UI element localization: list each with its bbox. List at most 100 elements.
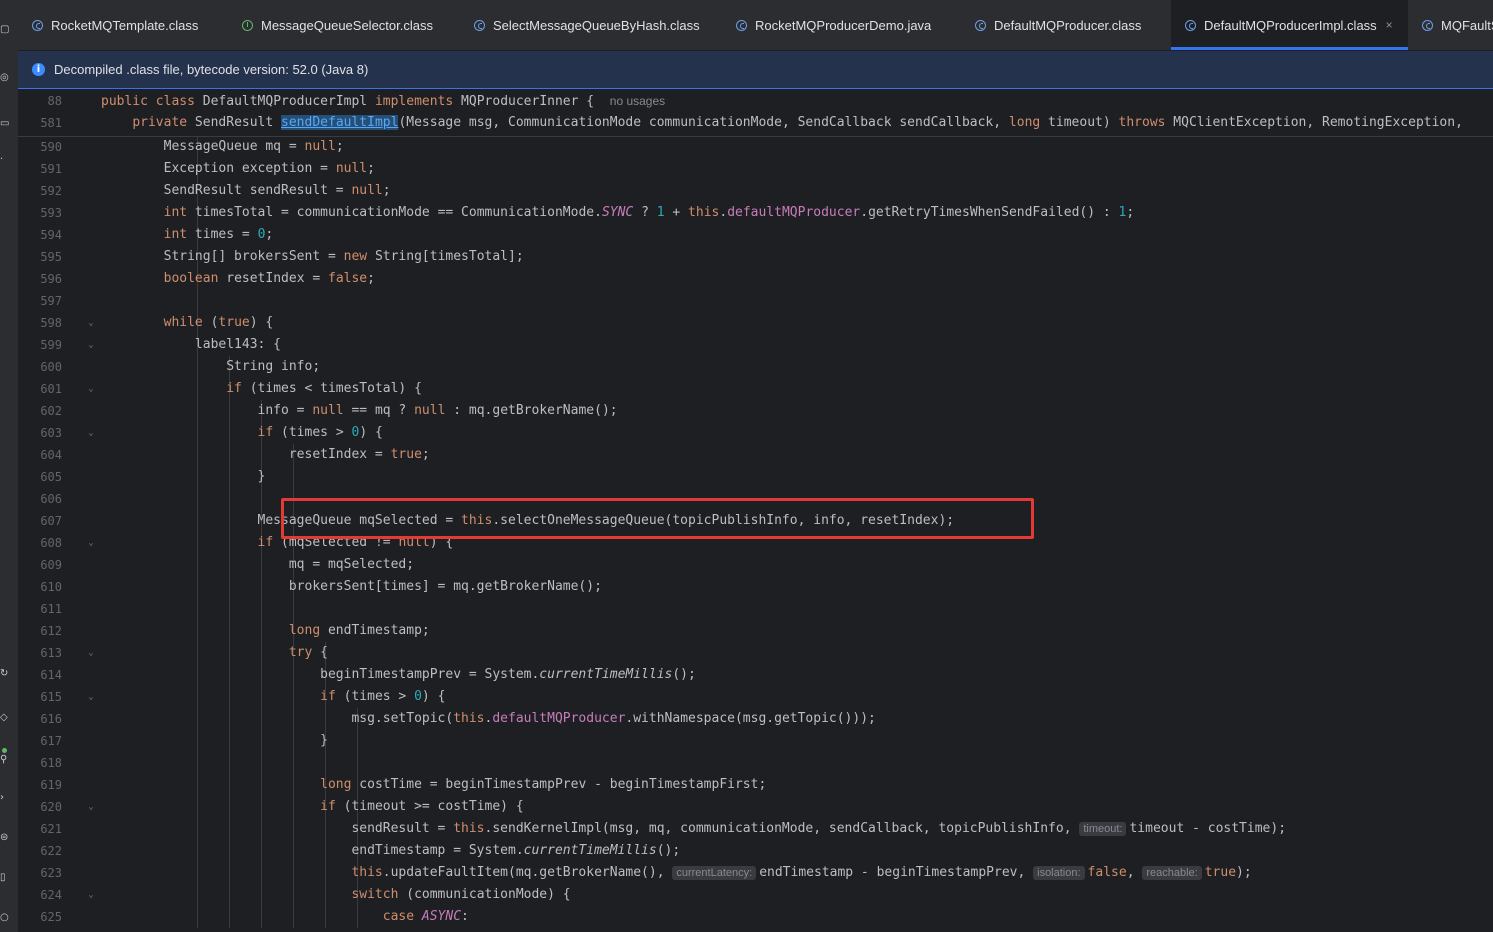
code-text: sendResult = this.sendKernelImpl(msg, mq…: [101, 821, 1287, 836]
sticky-line[interactable]: 88 public class DefaultMQProducerImpl imp…: [18, 90, 1493, 112]
code-text: String info;: [101, 359, 321, 374]
services-icon[interactable]: ↻: [0, 668, 10, 680]
git-icon[interactable]: ▯: [0, 872, 10, 884]
code-line[interactable]: 600 String info;: [18, 356, 1493, 378]
code-line[interactable]: 605 }: [18, 466, 1493, 488]
code-text: String[] brokersSent = new String[timesT…: [101, 249, 524, 264]
code-line[interactable]: 609 mq = mqSelected;: [18, 554, 1493, 576]
tab-rocketmqtemplate-class[interactable]: RocketMQTemplate.class: [18, 0, 228, 50]
code-line[interactable]: 612 long endTimestamp;: [18, 620, 1493, 642]
code-line[interactable]: 623 this.updateFaultItem(mq.getBrokerNam…: [18, 862, 1493, 884]
code-line[interactable]: 593 int timesTotal = communicationMode =…: [18, 202, 1493, 224]
fold-chevron-icon[interactable]: ⌄: [86, 422, 96, 444]
line-number: 620: [40, 800, 62, 814]
code-line[interactable]: 610 brokersSent[times] = mq.getBrokerNam…: [18, 576, 1493, 598]
code-line[interactable]: 625 case ASYNC:: [18, 906, 1493, 928]
class-icon: [474, 19, 485, 31]
code-line[interactable]: 614 beginTimestampPrev = System.currentT…: [18, 664, 1493, 686]
code-line[interactable]: 602 info = null == mq ? null : mq.getBro…: [18, 400, 1493, 422]
tab-selectmessagequeuebyhash-class[interactable]: SelectMessageQueueByHash.class: [460, 0, 722, 50]
code-line[interactable]: 598 ⌄ while (true) {: [18, 312, 1493, 334]
tab-mqfaults[interactable]: MQFaultS: [1408, 0, 1493, 50]
code-text: }: [101, 469, 266, 484]
line-number: 607: [40, 514, 62, 528]
class-icon: [736, 19, 747, 31]
code-line[interactable]: 597: [18, 290, 1493, 312]
terminal-icon[interactable]: ›: [0, 792, 10, 804]
fold-chevron-icon[interactable]: ⌄: [86, 532, 96, 554]
project-icon[interactable]: ▢: [0, 24, 10, 36]
code-line[interactable]: 615 ⌄ if (times > 0) {: [18, 686, 1493, 708]
class-icon: [975, 19, 986, 31]
close-tab-icon[interactable]: ×: [1386, 18, 1393, 32]
structure-icon[interactable]: ▭: [0, 118, 10, 130]
code-line[interactable]: 617 }: [18, 730, 1493, 752]
line-number: 602: [40, 404, 62, 418]
code-line[interactable]: 591 Exception exception = null;: [18, 158, 1493, 180]
fold-chevron-icon[interactable]: ⌄: [86, 334, 96, 356]
code-line[interactable]: 611: [18, 598, 1493, 620]
fold-chevron-icon[interactable]: ⌄: [86, 642, 96, 664]
sticky-line[interactable]: 581 private SendResult sendDefaultImpl(M…: [18, 112, 1493, 134]
tab-messagequeueselector-class[interactable]: MessageQueueSelector.class: [228, 0, 460, 50]
line-number: 614: [40, 668, 62, 682]
code-line[interactable]: 624 ⌄ switch (communicationMode) {: [18, 884, 1493, 906]
more-icon[interactable]: ·: [0, 154, 10, 166]
tab-defaultmqproducer-class[interactable]: DefaultMQProducer.class: [961, 0, 1171, 50]
code-line[interactable]: 592 SendResult sendResult = null;: [18, 180, 1493, 202]
line-number: 596: [40, 272, 62, 286]
code-text: resetIndex = true;: [101, 447, 430, 462]
info-icon: i: [32, 63, 45, 76]
code-text: if (times < timesTotal) {: [226, 381, 422, 396]
problems-icon[interactable]: ⊜: [0, 832, 10, 844]
code-line[interactable]: 616 msg.setTopic(this.defaultMQProducer.…: [18, 708, 1493, 730]
line-number: 590: [40, 140, 62, 154]
inlay-hint: isolation:: [1033, 866, 1085, 880]
left-tool-strip: ▢ ◎ ▭ · ↻ ◇ ⚲ › ⊜ ▯ ○: [0, 0, 19, 932]
code-line[interactable]: 590 MessageQueue mq = null;: [18, 136, 1493, 158]
interface-icon: [242, 19, 253, 31]
line-number: 610: [40, 580, 62, 594]
code-line[interactable]: 618: [18, 752, 1493, 774]
code-line[interactable]: 594 int times = 0;: [18, 224, 1493, 246]
banner-text: Decompiled .class file, bytecode version…: [54, 62, 369, 77]
line-number: 592: [40, 184, 62, 198]
tab-label: DefaultMQProducerImpl.class: [1204, 17, 1377, 33]
tab-label: MQFaultS: [1441, 17, 1493, 33]
code-line[interactable]: 622 endTimestamp = System.currentTimeMil…: [18, 840, 1493, 862]
code-line[interactable]: 596 boolean resetIndex = false;: [18, 268, 1493, 290]
code-line[interactable]: 599 ⌄ label143: {: [18, 334, 1493, 356]
code-line[interactable]: 621 sendResult = this.sendKernelImpl(msg…: [18, 818, 1493, 840]
line-number: 593: [40, 206, 62, 220]
line-number: 605: [40, 470, 62, 484]
tab-defaultmqproducerimpl-class[interactable]: DefaultMQProducerImpl.class ×: [1171, 0, 1408, 50]
code-text: int times = 0;: [163, 227, 274, 242]
line-number: 616: [40, 712, 62, 726]
code-text: info = null == mq ? null : mq.getBrokerN…: [101, 403, 618, 418]
fold-chevron-icon[interactable]: ⌄: [86, 884, 96, 906]
run-icon[interactable]: ⚲: [0, 754, 10, 766]
code-line[interactable]: 601 ⌄ if (times < timesTotal) {: [18, 378, 1493, 400]
code-line[interactable]: 595 String[] brokersSent = new String[ti…: [18, 246, 1493, 268]
fold-chevron-icon[interactable]: ⌄: [86, 378, 96, 400]
line-number: 604: [40, 448, 62, 462]
code-line[interactable]: 604 resetIndex = true;: [18, 444, 1493, 466]
highlight-annotation-box: [281, 498, 1034, 539]
usages-hint[interactable]: no usages: [610, 94, 665, 108]
code-text: while (true) {: [163, 315, 274, 330]
commit-icon[interactable]: ◎: [0, 72, 10, 84]
code-line[interactable]: 603 ⌄ if (times > 0) {: [18, 422, 1493, 444]
fold-chevron-icon[interactable]: ⌄: [86, 312, 96, 334]
fold-chevron-icon[interactable]: ⌄: [86, 686, 96, 708]
tab-rocketmqproducerdemo-java[interactable]: RocketMQProducerDemo.java: [722, 0, 961, 50]
sticky-scroll-header[interactable]: 88 public class DefaultMQProducerImpl imp…: [18, 90, 1493, 137]
code-text: try {: [288, 645, 328, 660]
line-number: 612: [40, 624, 62, 638]
code-line[interactable]: 620 ⌄ if (timeout >= costTime) {: [18, 796, 1493, 818]
fold-chevron-icon[interactable]: ⌄: [86, 796, 96, 818]
code-line[interactable]: 619 long costTime = beginTimestampPrev -…: [18, 774, 1493, 796]
code-text: long costTime = beginTimestampPrev - beg…: [320, 777, 767, 792]
plugins-icon[interactable]: ◇: [0, 712, 10, 724]
code-line[interactable]: 613 ⌄ try {: [18, 642, 1493, 664]
notifications-icon[interactable]: ○: [0, 912, 10, 924]
